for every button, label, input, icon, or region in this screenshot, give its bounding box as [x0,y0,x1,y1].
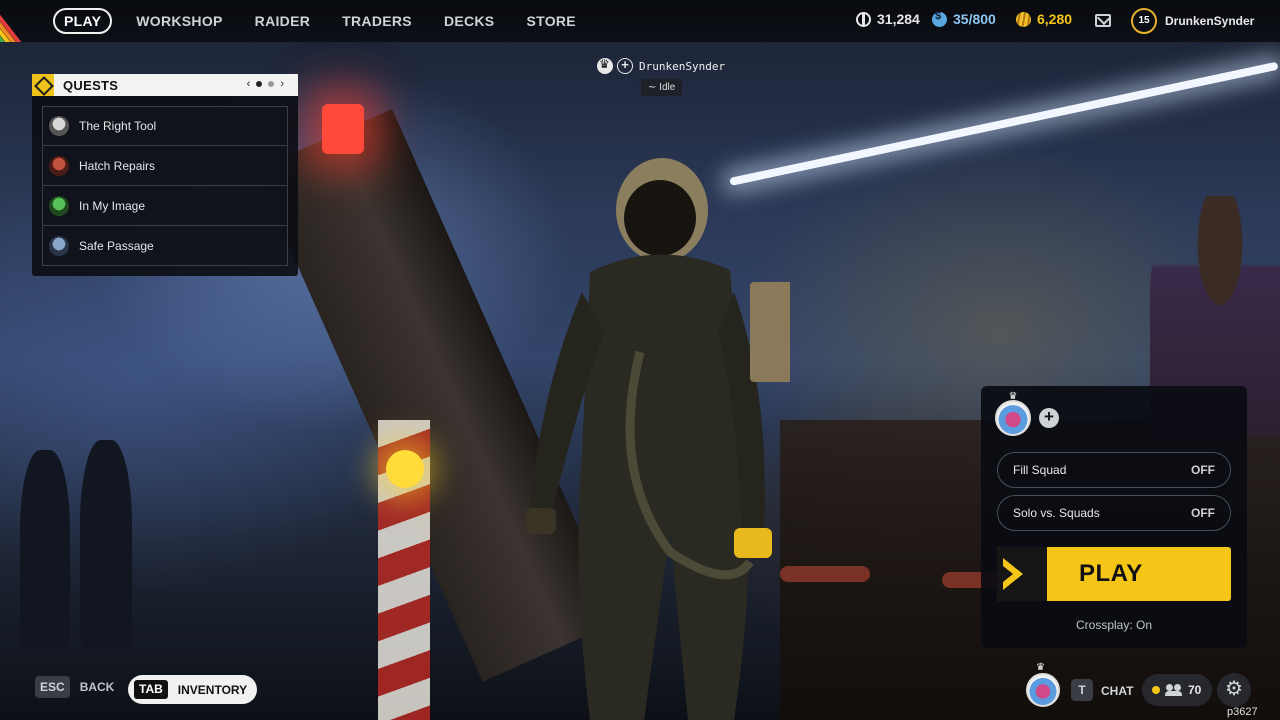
quest-giver-avatar [49,155,69,176]
nav-tab-workshop[interactable]: WORKSHOP [122,8,236,34]
red-warning-light [322,104,364,154]
status-text: Idle [659,82,676,93]
player-name[interactable]: DrunkenSynder [1165,14,1254,28]
quest-item-hatch-repairs[interactable]: Hatch Repairs [42,146,288,186]
quests-title: QUESTS [63,77,119,93]
coins-value: 35/800 [953,11,996,27]
play-button[interactable]: PLAY [997,547,1231,601]
back-action[interactable]: ESC BACK [35,676,114,698]
quest-label: Safe Passage [79,238,154,253]
crown-icon [597,57,613,74]
page-dot-active[interactable] [256,81,263,87]
nav-tab-raider[interactable]: RAIDER [241,8,324,34]
page-dot[interactable] [268,81,275,87]
chevron-right-icon[interactable]: › [280,78,284,90]
silhouette-figure [80,440,132,650]
build-id: p3627 [1227,706,1258,718]
nav-tab-traders[interactable]: TRADERS [328,8,426,34]
quest-item-safe-passage[interactable]: Safe Passage [42,226,288,266]
quest-list: The Right Tool Hatch Repairs In My Image… [42,106,288,266]
quest-item-in-my-image[interactable]: In My Image [42,186,288,226]
raider-character [526,158,790,720]
bar-stool [780,566,870,582]
crown-icon: ♛ [1036,662,1045,673]
yellow-lamp [386,450,424,488]
quest-giver-avatar [49,116,69,136]
chevron-left-icon[interactable]: ‹ [247,78,251,90]
top-nav-bar: PLAY WORKSHOP RAIDER TRADERS DECKS STORE… [0,0,1280,42]
tokens-value: 6,280 [1037,11,1073,27]
quest-giver-avatar [49,235,69,256]
esc-key-hint: ESC [35,676,70,698]
solo-vs-squads-label: Solo vs. Squads [1013,506,1100,520]
fill-squad-toggle[interactable]: Fill Squad OFF [997,452,1231,488]
quests-panel: QUESTS ‹ › The Right Tool Hatch Repairs … [32,74,298,276]
chat-key-hint: T [1071,679,1093,701]
status-badge: ∼ Idle [641,79,683,96]
party-leader-name: DrunkenSynder [639,59,726,73]
quest-label: In My Image [79,198,146,213]
squad-panel: ♛ + Fill Squad OFF Solo vs. Squads OFF P… [981,386,1247,648]
chat-avatar[interactable] [1026,673,1060,707]
rainbow-stripe-logo [0,0,44,42]
tokens-counter[interactable]: 6,280 [1016,11,1072,27]
nav-tab-decks[interactable]: DECKS [430,8,509,34]
coins-counter[interactable]: 35/800 [932,10,996,27]
mail-icon[interactable] [1095,14,1111,27]
silhouette-figure [20,450,70,650]
add-squad-member-button[interactable]: + [1039,408,1059,428]
fill-squad-value: OFF [1191,463,1215,477]
quest-diamond-icon [32,74,54,96]
quests-header: QUESTS ‹ › [32,74,298,96]
back-label: BACK [79,680,115,694]
online-status-dot [1152,686,1160,694]
main-nav: PLAY WORKSHOP RAIDER TRADERS DECKS STORE [53,8,594,34]
sleep-icon: ∼ [648,82,660,93]
friends-button[interactable]: 70 [1142,674,1212,706]
tokens-icon [1016,11,1031,27]
quest-label: Hatch Repairs [79,158,156,173]
invite-plus-icon[interactable]: + [617,58,633,74]
nav-tab-store[interactable]: STORE [512,8,589,34]
friends-count: 70 [1188,683,1202,697]
quest-item-the-right-tool[interactable]: The Right Tool [42,106,288,146]
quest-label: The Right Tool [79,119,157,133]
chevron-right-icon [997,547,1047,601]
solo-vs-squads-value: OFF [1191,506,1215,520]
solo-vs-squads-toggle[interactable]: Solo vs. Squads OFF [997,495,1231,531]
quest-giver-avatar [49,195,69,216]
squad-member-avatar[interactable] [995,400,1031,436]
chat-button[interactable]: CHAT [1101,684,1133,698]
party-leader-tag: + DrunkenSynder [597,57,726,74]
inventory-button[interactable]: TAB INVENTORY [128,675,258,704]
nav-tab-play[interactable]: PLAY [53,8,113,34]
credits-counter[interactable]: 31,284 [856,11,920,27]
coins-icon [932,10,947,27]
neon-tube-light [729,61,1279,186]
quests-pager: ‹ › [247,78,284,90]
fill-squad-label: Fill Squad [1013,463,1067,477]
tab-key-hint: TAB [134,680,168,699]
settings-gear-icon[interactable]: ⚙ [1217,673,1251,707]
player-level-badge[interactable]: 15 [1131,8,1157,34]
crossplay-status: Crossplay: On [1075,618,1153,632]
friends-icon [1165,684,1183,696]
play-button-label: PLAY [1079,560,1143,587]
credits-value: 31,284 [877,11,920,27]
inventory-label: INVENTORY [177,682,248,697]
credits-icon [856,11,871,27]
